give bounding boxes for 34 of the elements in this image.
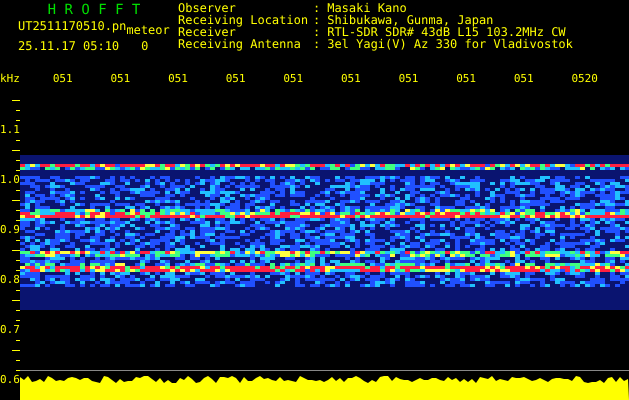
frequency-label: 0.8 xyxy=(0,274,20,286)
info-separator: : xyxy=(313,2,320,14)
mode-label: meteor xyxy=(126,24,170,36)
time-label: 051 xyxy=(52,70,74,87)
counter: 0 xyxy=(141,40,148,52)
info-label: Receiving Antenna xyxy=(178,38,302,50)
info-label: Receiver xyxy=(178,26,236,38)
info-separator: : xyxy=(313,26,320,38)
time-label: 051 xyxy=(456,70,478,87)
info-value: Shibukawa, Gunma, Japan xyxy=(327,14,494,26)
info-label: Observer xyxy=(178,2,236,14)
time-label: 051 xyxy=(226,70,247,87)
frequency-label: 1.0 xyxy=(0,174,20,186)
info-value: Masaki Kano xyxy=(327,2,407,14)
time-label: 051 xyxy=(110,70,132,87)
timestamp: 25.11.17 05:10 xyxy=(18,40,120,52)
info-separator: : xyxy=(313,38,320,50)
frequency-label: 0.9 xyxy=(0,224,20,236)
time-label: 051 xyxy=(340,70,362,87)
frequency-label: 0.7 xyxy=(0,324,20,336)
time-label: 051 xyxy=(168,70,189,87)
time-label: 0520 xyxy=(571,70,599,87)
unit-label: kHz xyxy=(0,70,21,87)
file-name: UT2511170510.pn xyxy=(18,20,126,32)
app-title: H R O F F T xyxy=(48,2,140,18)
time-label: 051 xyxy=(283,70,304,87)
time-label: 051 xyxy=(514,70,535,87)
info-value: RTL-SDR SDR# 43dB L15 103.2MHz CW xyxy=(327,26,566,38)
time-label: 051 xyxy=(398,70,420,87)
info-value: 3el Yagi(V) Az 330 for Vladivostok xyxy=(327,38,573,50)
info-separator: : xyxy=(313,14,320,26)
info-label: Receiving Location xyxy=(178,14,310,26)
frequency-label: 0.6 xyxy=(0,374,20,386)
frequency-label: 1.1 xyxy=(0,124,20,136)
